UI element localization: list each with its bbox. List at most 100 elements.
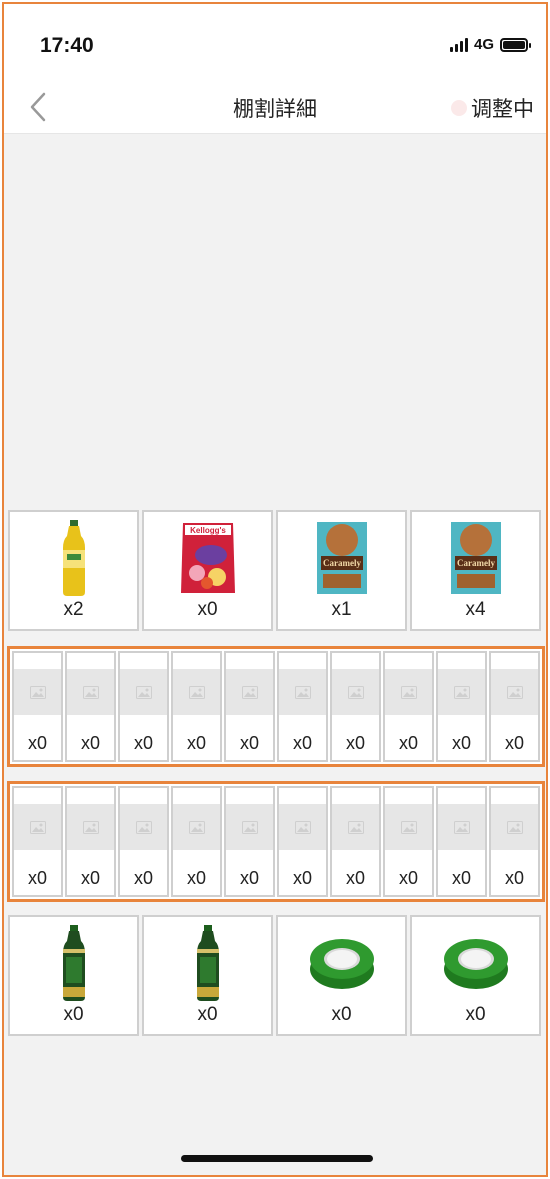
shelf-slot[interactable]: x0: [118, 786, 169, 897]
image-placeholder-icon: [173, 669, 220, 715]
slot-count: x0: [27, 868, 47, 888]
slot-count: x0: [331, 1004, 352, 1025]
shelf-slot[interactable]: Caramely x4: [410, 510, 541, 631]
status-indicators: 4G: [449, 36, 531, 53]
app-frame: 17:40 4G 棚割詳細 调整中 x2 Kellogg's x0 Carame…: [2, 2, 548, 1177]
image-placeholder-icon: [67, 669, 114, 715]
status-dot-icon: [451, 100, 467, 116]
slot-count: x0: [80, 868, 100, 888]
slot-count: x0: [63, 1004, 84, 1025]
shelf-slot[interactable]: x0: [65, 651, 116, 762]
shelf-row-2[interactable]: x0 x0 x0 x0 x0 x0 x0 x0 x0 x0: [7, 646, 545, 767]
shelf-slot[interactable]: x0: [383, 786, 434, 897]
shelf-slot[interactable]: x0: [330, 651, 381, 762]
slot-count: x0: [398, 733, 418, 753]
image-placeholder-icon: [120, 804, 167, 850]
slot-count: x0: [239, 733, 259, 753]
adjust-status: 调整中: [451, 93, 534, 123]
image-placeholder-icon: [438, 804, 485, 850]
svg-text:Caramely: Caramely: [323, 558, 361, 568]
image-placeholder-icon: [226, 669, 273, 715]
green-tape-roll-icon: [436, 923, 516, 1003]
svg-text:Caramely: Caramely: [457, 558, 495, 568]
green-tea-bottle-icon: [34, 518, 114, 598]
image-placeholder-icon: [438, 669, 485, 715]
shelf-slot[interactable]: x0: [12, 651, 63, 762]
slot-count: x0: [133, 733, 153, 753]
image-placeholder-icon: [491, 804, 538, 850]
image-placeholder-icon: [173, 804, 220, 850]
shelf-slot[interactable]: x0: [489, 786, 540, 897]
status-label: 调整中: [471, 98, 534, 121]
slot-count: x0: [451, 733, 471, 753]
home-indicator[interactable]: [181, 1155, 373, 1162]
shelf-slot[interactable]: x0: [8, 915, 139, 1036]
image-placeholder-icon: [226, 804, 273, 850]
shelf-slot[interactable]: Kellogg's x0: [142, 510, 273, 631]
signal-icon: [449, 37, 468, 52]
shelf-slot[interactable]: x0: [410, 915, 541, 1036]
shelf-slot[interactable]: x0: [489, 651, 540, 762]
slot-count: x4: [465, 599, 486, 620]
status-bar: 17:40 4G: [4, 4, 546, 82]
shelf-row-4: x0 x0 x0 x0: [8, 915, 541, 1036]
shelf-slot[interactable]: x0: [224, 786, 275, 897]
shelf-row-1: x2 Kellogg's x0 Caramely x1 Caramely x4: [8, 510, 541, 631]
slot-count: x0: [292, 868, 312, 888]
caramely-box-icon: Caramely: [436, 518, 516, 598]
image-placeholder-icon: [279, 804, 326, 850]
slot-count: x0: [186, 868, 206, 888]
image-placeholder-icon: [491, 669, 538, 715]
image-placeholder-icon: [67, 804, 114, 850]
shelf-slot[interactable]: x0: [277, 786, 328, 897]
shelf-slot[interactable]: x0: [276, 915, 407, 1036]
slot-count: x0: [345, 868, 365, 888]
matcha-tea-bottle-icon: [168, 923, 248, 1003]
network-label: 4G: [473, 36, 494, 53]
shelf-slot[interactable]: x2: [8, 510, 139, 631]
shelf-slot[interactable]: x0: [142, 915, 273, 1036]
slot-count: x0: [197, 599, 218, 620]
shelf-slot[interactable]: Caramely x1: [276, 510, 407, 631]
slot-count: x0: [239, 868, 259, 888]
shelf-row-3[interactable]: x0 x0 x0 x0 x0 x0 x0 x0 x0 x0: [7, 781, 545, 902]
nav-bar: 棚割詳細 调整中: [4, 82, 546, 134]
shelf-slot[interactable]: x0: [65, 786, 116, 897]
slot-count: x0: [504, 733, 524, 753]
shelf-slot[interactable]: x0: [118, 651, 169, 762]
image-placeholder-icon: [385, 804, 432, 850]
shelf-slot[interactable]: x0: [383, 651, 434, 762]
slot-count: x2: [63, 599, 84, 620]
slot-count: x0: [27, 733, 47, 753]
image-placeholder-icon: [14, 669, 61, 715]
image-placeholder-icon: [120, 669, 167, 715]
shelf-row-2-slots: x0 x0 x0 x0 x0 x0 x0 x0 x0 x0: [12, 651, 540, 762]
status-time: 17:40: [40, 34, 94, 57]
shelf-slot[interactable]: x0: [171, 651, 222, 762]
shelf-slot[interactable]: x0: [436, 786, 487, 897]
slot-count: x0: [197, 1004, 218, 1025]
image-placeholder-icon: [332, 669, 379, 715]
slot-count: x0: [80, 733, 100, 753]
cereal-bag-icon: Kellogg's: [168, 518, 248, 598]
shelf-slot[interactable]: x0: [12, 786, 63, 897]
image-placeholder-icon: [385, 669, 432, 715]
slot-count: x0: [398, 868, 418, 888]
shelf-slot[interactable]: x0: [277, 651, 328, 762]
shelf-slot[interactable]: x0: [330, 786, 381, 897]
image-placeholder-icon: [14, 804, 61, 850]
shelf-slot[interactable]: x0: [224, 651, 275, 762]
slot-count: x0: [345, 733, 365, 753]
image-placeholder-icon: [332, 804, 379, 850]
matcha-tea-bottle-icon: [34, 923, 114, 1003]
slot-count: x0: [186, 733, 206, 753]
svg-text:Kellogg's: Kellogg's: [190, 526, 226, 535]
caramely-box-icon: Caramely: [302, 518, 382, 598]
shelf-slot[interactable]: x0: [436, 651, 487, 762]
slot-count: x0: [504, 868, 524, 888]
green-tape-roll-icon: [302, 923, 382, 1003]
slot-count: x0: [292, 733, 312, 753]
image-placeholder-icon: [279, 669, 326, 715]
shelf-row-3-slots: x0 x0 x0 x0 x0 x0 x0 x0 x0 x0: [12, 786, 540, 897]
shelf-slot[interactable]: x0: [171, 786, 222, 897]
